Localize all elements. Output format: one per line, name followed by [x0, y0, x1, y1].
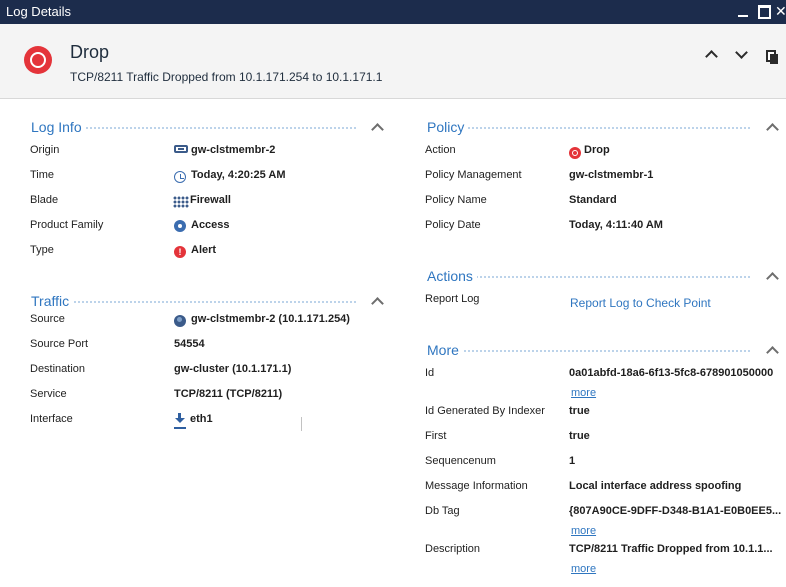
log-header: Drop TCP/8211 Traffic Dropped from 10.1.…	[0, 24, 786, 99]
policy-management-value: gw-clstmembr-1	[569, 169, 654, 181]
origin-label: Origin	[30, 144, 60, 156]
policy-date-label: Policy Date	[425, 219, 481, 231]
collapse-more-icon[interactable]	[766, 346, 779, 359]
inbound-arrow-icon	[174, 413, 186, 427]
product-family-label: Product Family	[30, 219, 104, 231]
gateway-icon	[174, 145, 188, 153]
description-more-link[interactable]: more	[571, 563, 596, 575]
section-title-actions: Actions	[427, 268, 477, 284]
report-log-link[interactable]: Report Log to Check Point	[570, 296, 711, 310]
source-port-value: 54554	[174, 338, 205, 350]
service-value: TCP/8211 (TCP/8211)	[174, 388, 283, 400]
type-value: Alert	[191, 244, 217, 256]
interface-value: eth1	[190, 413, 213, 425]
id-generated-value: true	[569, 405, 590, 417]
section-title-more: More	[427, 342, 463, 358]
service-label: Service	[30, 388, 67, 400]
description-label: Description	[425, 543, 481, 555]
blade-value: Firewall	[190, 194, 231, 206]
section-title-policy: Policy	[427, 119, 469, 135]
section-divider	[427, 127, 750, 129]
next-log-button[interactable]	[733, 46, 751, 64]
policy-date-value: Today, 4:11:40 AM	[569, 219, 663, 231]
blade-label: Blade	[30, 194, 59, 206]
drop-icon	[24, 46, 52, 74]
source-value: gw-clstmembr-2 (10.1.171.254)	[191, 313, 350, 325]
collapse-log-info-icon[interactable]	[371, 123, 384, 136]
section-title-log-info: Log Info	[31, 119, 86, 135]
id-generated-label: Id Generated By Indexer	[425, 405, 545, 417]
destination-value: gw-cluster (10.1.171.1)	[174, 363, 292, 375]
drop-icon	[569, 147, 581, 159]
chevron-up-icon	[705, 50, 718, 63]
id-more-link[interactable]: more	[571, 387, 596, 399]
log-subtitle: TCP/8211 Traffic Dropped from 10.1.171.2…	[70, 70, 383, 84]
first-value: true	[569, 430, 590, 442]
alert-icon: !	[174, 246, 186, 258]
action-label: Action	[425, 144, 456, 156]
type-label: Type	[30, 244, 54, 256]
id-label: Id	[425, 367, 435, 379]
text-cursor-icon	[301, 417, 307, 431]
collapse-policy-icon[interactable]	[766, 123, 779, 136]
policy-name-value: Standard	[569, 194, 617, 206]
collapse-traffic-icon[interactable]	[371, 297, 384, 310]
sequencenum-label: Sequencenum	[425, 455, 496, 467]
previous-log-button[interactable]	[703, 46, 721, 64]
destination-label: Destination	[30, 363, 86, 375]
copy-button[interactable]	[762, 46, 780, 64]
time-value: Today, 4:20:25 AM	[191, 169, 286, 181]
interface-label: Interface	[30, 413, 73, 425]
maximize-icon[interactable]	[756, 3, 772, 19]
close-icon[interactable]: ✕	[775, 3, 786, 19]
message-information-label: Message Information	[425, 480, 528, 492]
time-label: Time	[30, 169, 55, 181]
section-title-traffic: Traffic	[31, 293, 74, 309]
id-value: 0a01abfd-18a6-6f13-5fc8-678901050000	[569, 367, 774, 379]
db-tag-value: {807A90CE-9DFF-D348-B1A1-E0B0EE5...	[569, 505, 782, 517]
source-label: Source	[30, 313, 65, 325]
minimize-icon[interactable]	[735, 3, 751, 19]
chevron-down-icon	[735, 46, 748, 59]
product-family-value: Access	[191, 219, 230, 231]
collapse-actions-icon[interactable]	[766, 272, 779, 285]
first-label: First	[425, 430, 447, 442]
db-tag-more-link[interactable]: more	[571, 525, 596, 537]
window-title: Log Details	[6, 4, 72, 19]
db-tag-label: Db Tag	[425, 505, 460, 517]
firewall-blade-icon	[173, 196, 189, 208]
globe-icon	[174, 315, 186, 327]
section-divider	[427, 350, 750, 352]
policy-name-label: Policy Name	[425, 194, 487, 206]
sequencenum-value: 1	[569, 455, 576, 467]
message-information-value: Local interface address spoofing	[569, 480, 742, 492]
section-divider	[31, 301, 356, 303]
action-value: Drop	[584, 144, 610, 156]
origin-value: gw-clstmembr-2	[191, 144, 276, 156]
policy-management-label: Policy Management	[425, 169, 522, 181]
access-icon	[174, 220, 186, 232]
log-title: Drop	[70, 42, 110, 62]
report-log-label: Report Log	[425, 293, 480, 305]
window-titlebar: Log Details ✕	[0, 0, 786, 24]
clock-icon	[174, 171, 186, 183]
description-value: TCP/8211 Traffic Dropped from 10.1.1...	[569, 543, 773, 555]
source-port-label: Source Port	[30, 338, 89, 350]
